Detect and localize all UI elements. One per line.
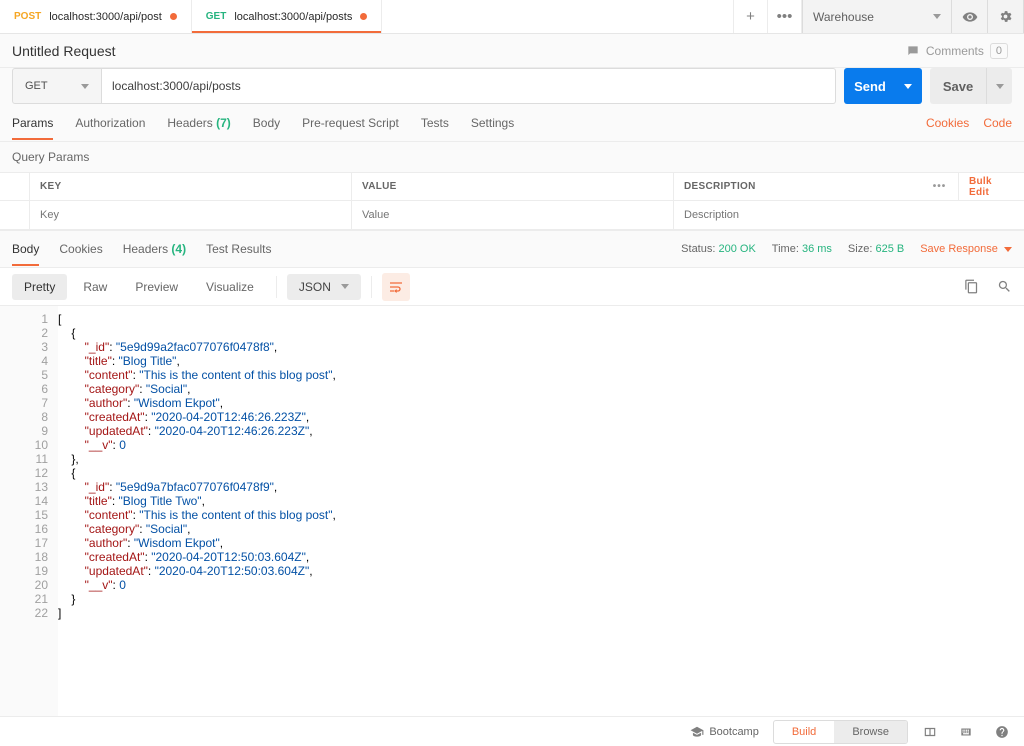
environment-quicklook-button[interactable] bbox=[952, 0, 988, 33]
chevron-down-icon bbox=[81, 84, 89, 89]
send-button[interactable]: Send bbox=[844, 68, 922, 104]
tab-headers[interactable]: Headers (7) bbox=[167, 106, 230, 140]
comment-icon bbox=[906, 44, 920, 58]
response-tab-testresults[interactable]: Test Results bbox=[206, 232, 271, 266]
two-pane-icon[interactable] bbox=[916, 721, 944, 743]
browse-toggle[interactable]: Browse bbox=[834, 721, 907, 743]
tab-params[interactable]: Params bbox=[12, 106, 53, 140]
response-tab-headers[interactable]: Headers (4) bbox=[123, 232, 186, 266]
search-icon[interactable] bbox=[997, 279, 1012, 294]
comments-label: Comments bbox=[926, 44, 984, 58]
tab-prerequest[interactable]: Pre-request Script bbox=[302, 106, 399, 140]
chevron-down-icon bbox=[996, 84, 1004, 89]
size-value: 625 B bbox=[875, 243, 904, 255]
bulk-edit-link[interactable]: Bulk Edit bbox=[959, 173, 1024, 200]
tab-url: localhost:3000/api/posts bbox=[234, 11, 352, 23]
view-preview[interactable]: Preview bbox=[123, 274, 190, 300]
chevron-down-icon bbox=[1004, 247, 1012, 252]
chevron-down-icon bbox=[904, 84, 912, 89]
request-tab[interactable]: GET localhost:3000/api/posts bbox=[192, 0, 383, 33]
tab-menu-button[interactable]: ••• bbox=[768, 0, 802, 33]
view-raw[interactable]: Raw bbox=[71, 274, 119, 300]
save-dropdown[interactable] bbox=[986, 68, 1012, 104]
tab-url: localhost:3000/api/post bbox=[49, 11, 162, 23]
view-pretty[interactable]: Pretty bbox=[12, 274, 67, 300]
key-header: KEY bbox=[30, 173, 352, 200]
bootcamp-button[interactable]: Bootcamp bbox=[684, 725, 765, 739]
format-select[interactable]: JSON bbox=[287, 274, 361, 300]
save-response-button[interactable]: Save Response bbox=[920, 243, 1012, 255]
view-visualize[interactable]: Visualize bbox=[194, 274, 266, 300]
copy-icon[interactable] bbox=[964, 279, 979, 294]
response-tab-body[interactable]: Body bbox=[12, 232, 39, 266]
code-link[interactable]: Code bbox=[983, 116, 1012, 130]
environment-name: Warehouse bbox=[813, 10, 874, 24]
more-icon[interactable]: ••• bbox=[921, 173, 959, 200]
comments-button[interactable]: Comments 0 bbox=[906, 43, 1008, 59]
status-value: 200 OK bbox=[718, 243, 755, 255]
method-badge: GET bbox=[206, 11, 227, 22]
graduation-cap-icon bbox=[690, 725, 704, 739]
keyboard-icon[interactable] bbox=[952, 721, 980, 743]
response-body[interactable]: [ { "_id": "5e9d99a2fac077076f0478f8", "… bbox=[58, 306, 336, 716]
chevron-down-icon bbox=[933, 14, 941, 19]
method-badge: POST bbox=[14, 11, 41, 22]
chevron-down-icon bbox=[341, 284, 349, 289]
value-header: VALUE bbox=[352, 173, 674, 200]
request-title[interactable]: Untitled Request bbox=[12, 43, 116, 59]
param-description-input[interactable] bbox=[684, 209, 911, 221]
save-button[interactable]: Save bbox=[930, 68, 986, 104]
cookies-link[interactable]: Cookies bbox=[926, 116, 969, 130]
unsaved-dot-icon bbox=[170, 13, 177, 20]
build-toggle[interactable]: Build bbox=[774, 721, 834, 743]
comments-count: 0 bbox=[990, 43, 1008, 59]
line-gutter: 12345678910111213141516171819202122 bbox=[0, 306, 58, 716]
help-icon[interactable] bbox=[988, 721, 1016, 743]
time-value: 36 ms bbox=[802, 243, 832, 255]
new-tab-button[interactable]: + bbox=[734, 0, 768, 33]
wrap-lines-icon[interactable] bbox=[382, 273, 410, 301]
param-value-input[interactable] bbox=[362, 209, 663, 221]
tab-tests[interactable]: Tests bbox=[421, 106, 449, 140]
param-key-input[interactable] bbox=[40, 209, 341, 221]
request-url-input[interactable] bbox=[102, 68, 836, 104]
tab-body[interactable]: Body bbox=[253, 106, 280, 140]
http-method-select[interactable]: GET bbox=[12, 68, 102, 104]
query-params-title: Query Params bbox=[0, 142, 1024, 172]
unsaved-dot-icon bbox=[360, 13, 367, 20]
tab-settings[interactable]: Settings bbox=[471, 106, 514, 140]
settings-icon[interactable] bbox=[988, 0, 1024, 33]
request-tabs: POST localhost:3000/api/post GET localhost:… bbox=[0, 0, 734, 33]
tab-authorization[interactable]: Authorization bbox=[75, 106, 145, 140]
request-tab[interactable]: POST localhost:3000/api/post bbox=[0, 0, 192, 33]
environment-select[interactable]: Warehouse bbox=[802, 0, 952, 33]
response-tab-cookies[interactable]: Cookies bbox=[59, 232, 102, 266]
description-header: DESCRIPTION bbox=[674, 173, 921, 200]
